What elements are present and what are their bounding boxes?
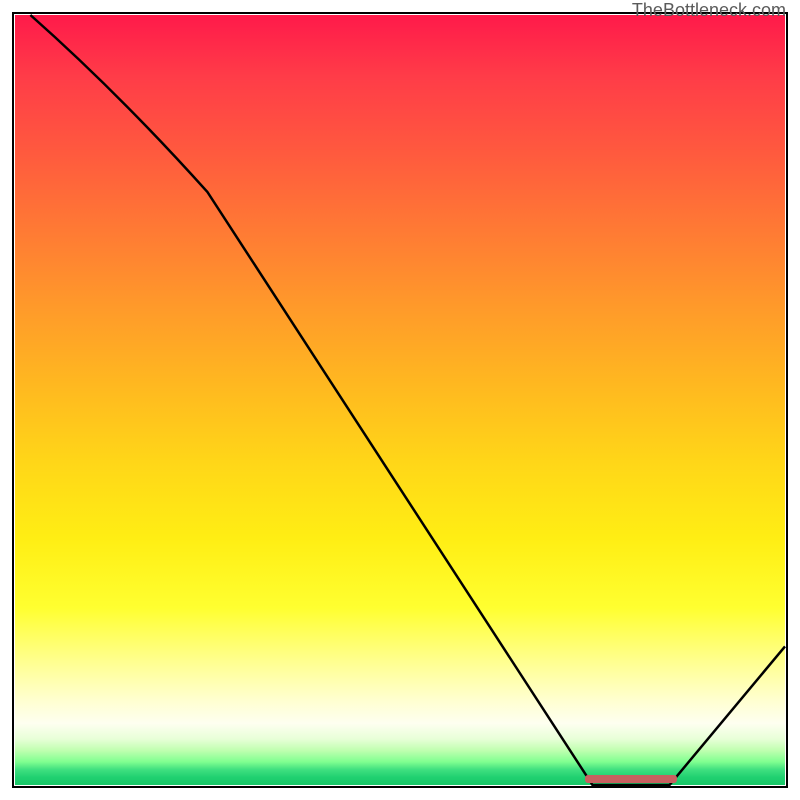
chart-gradient-background xyxy=(15,15,785,785)
watermark-text: TheBottleneck.com xyxy=(632,0,786,21)
bottleneck-chart: TheBottleneck.com xyxy=(0,0,800,800)
optimal-range-marker xyxy=(585,775,677,783)
